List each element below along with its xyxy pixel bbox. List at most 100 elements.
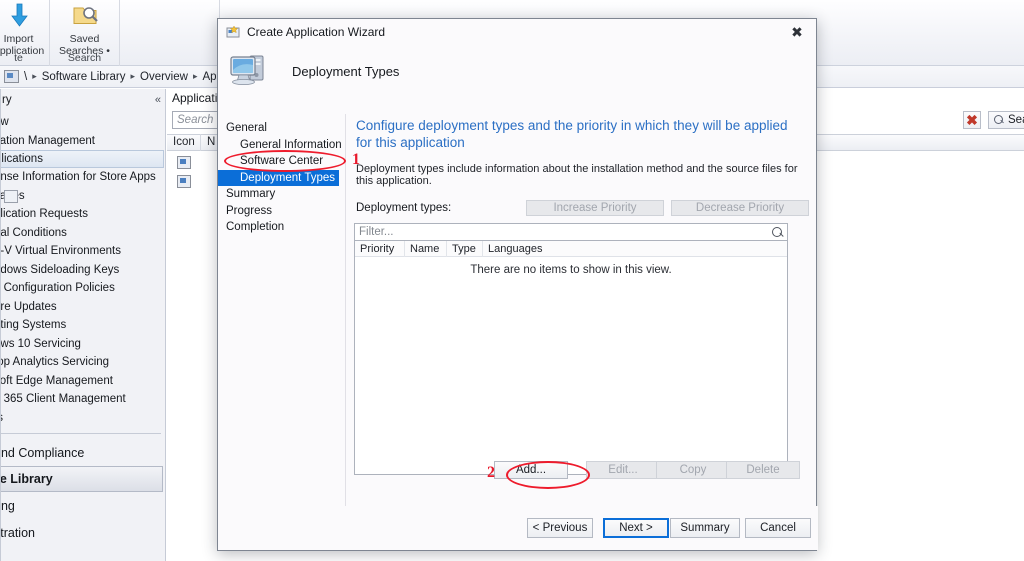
nav-tree-item[interactable]: ndows Sideloading Keys <box>0 261 165 280</box>
nav-tree-item-label: o Configuration Policies <box>0 282 115 294</box>
list-column-headers: Priority Name Type Languages <box>355 241 787 257</box>
wizard-step-general[interactable]: General <box>218 120 345 137</box>
nav-tree-item[interactable]: o Configuration Policies <box>0 279 165 298</box>
column-header-priority[interactable]: Priority <box>355 241 405 257</box>
deployment-types-list[interactable]: Priority Name Type Languages There are n… <box>354 241 788 475</box>
nav-tree-item[interactable]: ows 10 Servicing <box>0 335 165 354</box>
nav-tree-item[interactable]: bal Conditions <box>0 224 165 243</box>
wizard-step-label: Summary <box>226 188 275 200</box>
breadcrumb-item-1[interactable]: Overview <box>140 71 188 83</box>
cancel-button[interactable]: Cancel <box>745 518 811 538</box>
edit-button[interactable]: Edit... <box>586 461 660 479</box>
nav-tree-item-label: soft Edge Management <box>0 375 113 387</box>
nav-tree-item[interactable]: soft Edge Management <box>0 372 165 391</box>
workspace-label: and Compliance <box>0 446 84 460</box>
wizard-step-label: General Information <box>240 139 342 151</box>
nav-tree-item-label: e 365 Client Management <box>0 393 126 405</box>
nav-tree-item-label: olication Requests <box>0 208 88 220</box>
next-button[interactable]: Next > <box>603 518 669 538</box>
chevron-left-icon[interactable]: « <box>155 94 161 106</box>
wizard-step-label: General <box>226 122 267 134</box>
dialog-title: Create Application Wizard <box>247 25 385 39</box>
nav-tree-item[interactable]: top Analytics Servicing <box>0 353 165 372</box>
nav-tree-item[interactable]: olication Requests <box>0 205 165 224</box>
summary-button[interactable]: Summary <box>670 518 740 538</box>
nav-tree-item[interactable]: ew <box>0 113 165 132</box>
wizard-step-summary[interactable]: Summary <box>218 186 345 203</box>
breadcrumb-root[interactable]: \ <box>24 71 27 83</box>
nav-tree-item[interactable]: e 365 Client Management <box>0 390 165 409</box>
chevron-right-icon: ▸ <box>32 71 37 82</box>
search-icon <box>772 227 783 238</box>
column-header-languages[interactable]: Languages <box>483 241 783 257</box>
navigation-panel: ry « ewcation Management olications ense I… <box>0 89 166 561</box>
dialog-page-title: Deployment Types <box>292 64 399 79</box>
workspace-label: stration <box>0 526 35 540</box>
nav-tree-item-label: ndows Sideloading Keys <box>0 264 119 276</box>
nav-tree-item[interactable]: ense Information for Store Apps <box>0 168 165 187</box>
nav-tree-item[interactable]: are Updates <box>0 298 165 317</box>
wizard-step-general-information[interactable]: General Information <box>218 137 345 154</box>
nav-tree-item[interactable]: o-V Virtual Environments <box>0 242 165 261</box>
dialog-footer: < Previous Next > Summary Cancel <box>218 506 818 550</box>
chevron-right-icon: ▸ <box>130 71 135 82</box>
filter-input[interactable]: Filter... <box>354 223 788 241</box>
increase-priority-button[interactable]: Increase Priority <box>526 200 664 216</box>
nav-tree-item-label: ense Information for Store Apps <box>0 171 156 183</box>
wizard-step-label: Deployment Types <box>240 172 335 184</box>
nav-tree-item-label: o-V Virtual Environments <box>0 245 121 257</box>
navigation-header: ry « <box>0 89 165 111</box>
previous-button[interactable]: < Previous <box>527 518 593 538</box>
workspace-button[interactable]: re Library <box>0 466 163 492</box>
breadcrumb-item-2[interactable]: Ap <box>202 71 216 83</box>
wizard-steps-nav: General General Information Software Cente… <box>218 114 346 524</box>
close-icon[interactable]: ✖ <box>778 19 816 45</box>
nav-tree-item[interactable]: cation Management <box>0 132 165 151</box>
saved-searches-icon <box>69 2 101 32</box>
search-button[interactable]: Search <box>988 111 1024 129</box>
column-header-name[interactable]: Name <box>405 241 447 257</box>
decrease-priority-button[interactable]: Decrease Priority <box>671 200 809 216</box>
wizard-step-deployment-types[interactable]: Deployment Types <box>218 170 339 187</box>
navigation-title: ry <box>2 94 12 106</box>
dialog-title-bar[interactable]: Create Application Wizard ✖ <box>218 19 816 45</box>
dialog-header: Deployment Types <box>218 45 816 97</box>
wizard-icon <box>226 25 240 39</box>
breadcrumb-item-0[interactable]: Software Library <box>42 71 126 83</box>
saved-line1: Saved <box>70 33 100 45</box>
nav-tree-item-label: top Analytics Servicing <box>0 356 109 368</box>
import-arrow-icon <box>3 2 35 32</box>
nav-tree-item-label: ows 10 Servicing <box>0 338 81 350</box>
divider <box>0 89 1 561</box>
copy-button[interactable]: Copy <box>656 461 730 479</box>
ribbon-group-empty <box>120 0 220 66</box>
delete-button[interactable]: Delete <box>726 461 800 479</box>
wizard-step-label: Progress <box>226 205 272 217</box>
nav-tree-item[interactable]: ating Systems <box>0 316 165 335</box>
ribbon-group-search-footer: Search <box>68 52 101 64</box>
column-header-icon[interactable]: Icon <box>167 134 201 151</box>
add-button[interactable]: Add... <box>494 461 568 479</box>
application-icon <box>177 156 191 169</box>
dialog-body: General General Information Software Cente… <box>218 114 818 524</box>
wizard-step-completion[interactable]: Completion <box>218 219 345 236</box>
wizard-step-progress[interactable]: Progress <box>218 203 345 220</box>
column-header-type[interactable]: Type <box>447 241 483 257</box>
deployment-types-label: Deployment types: <box>356 202 451 214</box>
wizard-step-software-center[interactable]: Software Center <box>218 153 345 170</box>
ribbon-group-create: Import Application te <box>0 0 50 66</box>
workspace-button[interactable]: ring <box>0 492 165 519</box>
create-application-wizard-dialog: Create Application Wizard ✖ Deployment T… <box>217 18 817 551</box>
nav-tree-item[interactable]: ts <box>0 409 165 428</box>
import-line1: Import <box>4 33 34 45</box>
workspace-button[interactable]: stration <box>0 519 165 546</box>
chevron-right-icon: ▸ <box>193 71 198 82</box>
red-x-icon: ✖ <box>966 113 978 127</box>
workspace-label: ring <box>0 499 15 513</box>
page-description: Deployment types include information abo… <box>356 163 810 187</box>
nav-tree-item-label: olications <box>0 153 43 165</box>
nav-tree-item[interactable]: olications <box>0 150 164 168</box>
clear-search-button[interactable]: ✖ <box>963 111 981 129</box>
workspace-button[interactable]: and Compliance <box>0 439 165 466</box>
nav-tree-item[interactable]: kages <box>0 187 165 206</box>
